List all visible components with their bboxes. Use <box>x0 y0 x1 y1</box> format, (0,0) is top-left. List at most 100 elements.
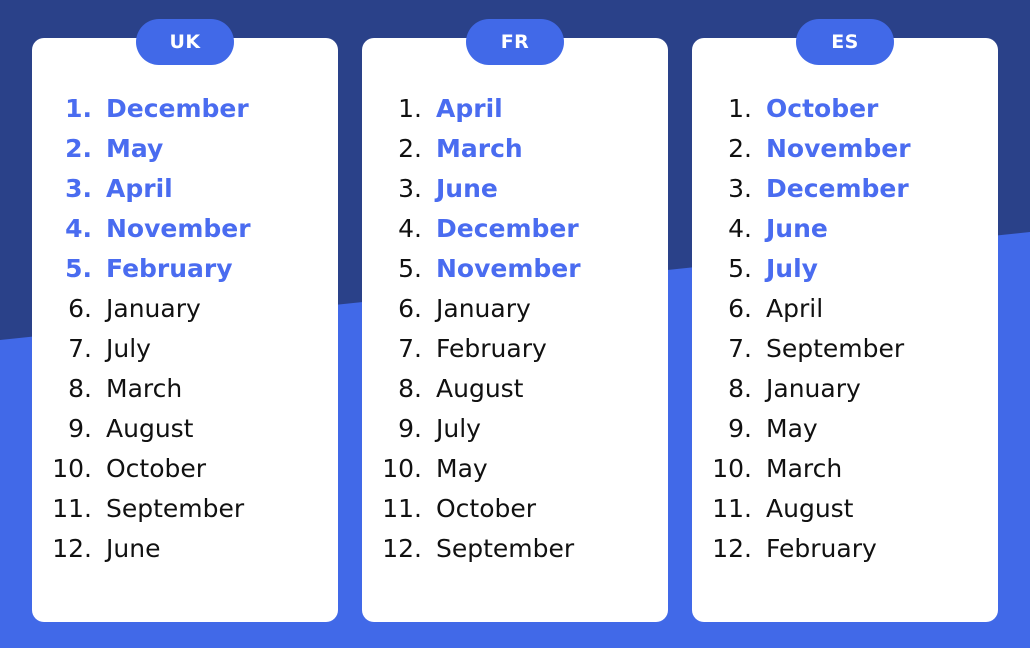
rank-number: 3. <box>65 174 92 203</box>
ranking-row: 4. December <box>374 214 668 254</box>
rank-number: 7. <box>68 334 92 363</box>
rank-number: 11. <box>712 494 752 523</box>
ranking-row: 3. April <box>44 174 338 214</box>
country-card: FR 1. April 2. March 3. June 4. December 5. Novemb… <box>362 19 668 622</box>
month-label: September <box>436 534 575 563</box>
ranking-row: 11. August <box>704 494 998 534</box>
country-card: UK 1. December 2. May 3. April 4. November 5. Febr… <box>32 19 338 622</box>
rank-number: 4. <box>65 214 92 243</box>
ranking-row: 6. January <box>44 294 338 334</box>
country-card: ES 1. October 2. November 3. December 4. June 5. J… <box>692 19 998 622</box>
ranking-row: 7. July <box>44 334 338 374</box>
month-label: February <box>436 334 547 363</box>
rank-number: 4. <box>728 214 752 243</box>
ranking-row: 1. December <box>44 94 338 134</box>
month-label: August <box>766 494 854 523</box>
ranking-row: 4. November <box>44 214 338 254</box>
month-label: November <box>766 134 911 163</box>
ranking-row: 8. March <box>44 374 338 414</box>
month-label: March <box>106 374 183 403</box>
ranking-row: 8. August <box>374 374 668 414</box>
ranking-row: 3. June <box>374 174 668 214</box>
ranking-row: 12. September <box>374 534 668 574</box>
rank-number: 2. <box>65 134 92 163</box>
ranking-row: 11. September <box>44 494 338 534</box>
month-label: April <box>436 94 503 123</box>
country-badge[interactable]: UK <box>136 19 234 65</box>
month-label: April <box>766 294 824 323</box>
month-label: July <box>766 254 818 283</box>
month-label: December <box>766 174 909 203</box>
rank-number: 5. <box>65 254 92 283</box>
month-label: November <box>436 254 581 283</box>
rank-number: 12. <box>382 534 422 563</box>
rank-number: 11. <box>382 494 422 523</box>
ranking-row: 12. February <box>704 534 998 574</box>
month-label: May <box>436 454 488 483</box>
ranking-row: 5. February <box>44 254 338 294</box>
rank-number: 3. <box>728 174 752 203</box>
month-label: June <box>766 214 828 243</box>
month-ranking-list: 1. October 2. November 3. December 4. June 5. Jul… <box>692 94 998 574</box>
ranking-row: 1. April <box>374 94 668 134</box>
rank-number: 2. <box>728 134 752 163</box>
month-label: September <box>106 494 245 523</box>
month-label: January <box>106 294 201 323</box>
rank-number: 10. <box>712 454 752 483</box>
ranking-row: 5. July <box>704 254 998 294</box>
month-label: October <box>436 494 537 523</box>
ranking-row: 7. February <box>374 334 668 374</box>
month-ranking-list: 1. April 2. March 3. June 4. December 5. November… <box>362 94 668 574</box>
month-label: June <box>106 534 161 563</box>
ranking-row: 6. April <box>704 294 998 334</box>
ranking-row: 3. December <box>704 174 998 214</box>
month-ranking-list: 1. December 2. May 3. April 4. November 5. Februa… <box>32 94 338 574</box>
rank-number: 6. <box>728 294 752 323</box>
rank-number: 7. <box>398 334 422 363</box>
rank-number: 11. <box>52 494 92 523</box>
month-label: May <box>106 134 164 163</box>
month-label: October <box>766 94 879 123</box>
rank-number: 2. <box>398 134 422 163</box>
rank-number: 12. <box>52 534 92 563</box>
ranking-row: 10. March <box>704 454 998 494</box>
ranking-row: 7. September <box>704 334 998 374</box>
month-label: August <box>106 414 194 443</box>
month-label: October <box>106 454 207 483</box>
ranking-row: 2. May <box>44 134 338 174</box>
month-label: March <box>766 454 843 483</box>
rank-number: 8. <box>728 374 752 403</box>
ranking-row: 6. January <box>374 294 668 334</box>
rank-number: 1. <box>65 94 92 123</box>
ranking-comparison-board: UK 1. December 2. May 3. April 4. November 5. Febr… <box>0 0 1030 648</box>
ranking-row: 1. October <box>704 94 998 134</box>
ranking-row: 9. August <box>44 414 338 454</box>
month-label: July <box>106 334 151 363</box>
country-badge[interactable]: FR <box>466 19 564 65</box>
month-label: June <box>436 174 498 203</box>
ranking-row: 8. January <box>704 374 998 414</box>
rank-number: 5. <box>728 254 752 283</box>
ranking-row: 2. March <box>374 134 668 174</box>
ranking-row: 9. May <box>704 414 998 454</box>
ranking-row: 10. October <box>44 454 338 494</box>
rank-number: 1. <box>728 94 752 123</box>
rank-number: 8. <box>398 374 422 403</box>
rank-number: 4. <box>398 214 422 243</box>
ranking-row: 11. October <box>374 494 668 534</box>
rank-number: 9. <box>398 414 422 443</box>
month-label: April <box>106 174 173 203</box>
month-label: August <box>436 374 524 403</box>
ranking-row: 9. July <box>374 414 668 454</box>
country-badge[interactable]: ES <box>796 19 894 65</box>
ranking-row: 4. June <box>704 214 998 254</box>
month-label: July <box>436 414 481 443</box>
rank-number: 6. <box>398 294 422 323</box>
rank-number: 8. <box>68 374 92 403</box>
rank-number: 5. <box>398 254 422 283</box>
month-label: January <box>766 374 861 403</box>
month-label: September <box>766 334 905 363</box>
rank-number: 3. <box>398 174 422 203</box>
month-label: February <box>766 534 877 563</box>
month-label: December <box>106 94 249 123</box>
